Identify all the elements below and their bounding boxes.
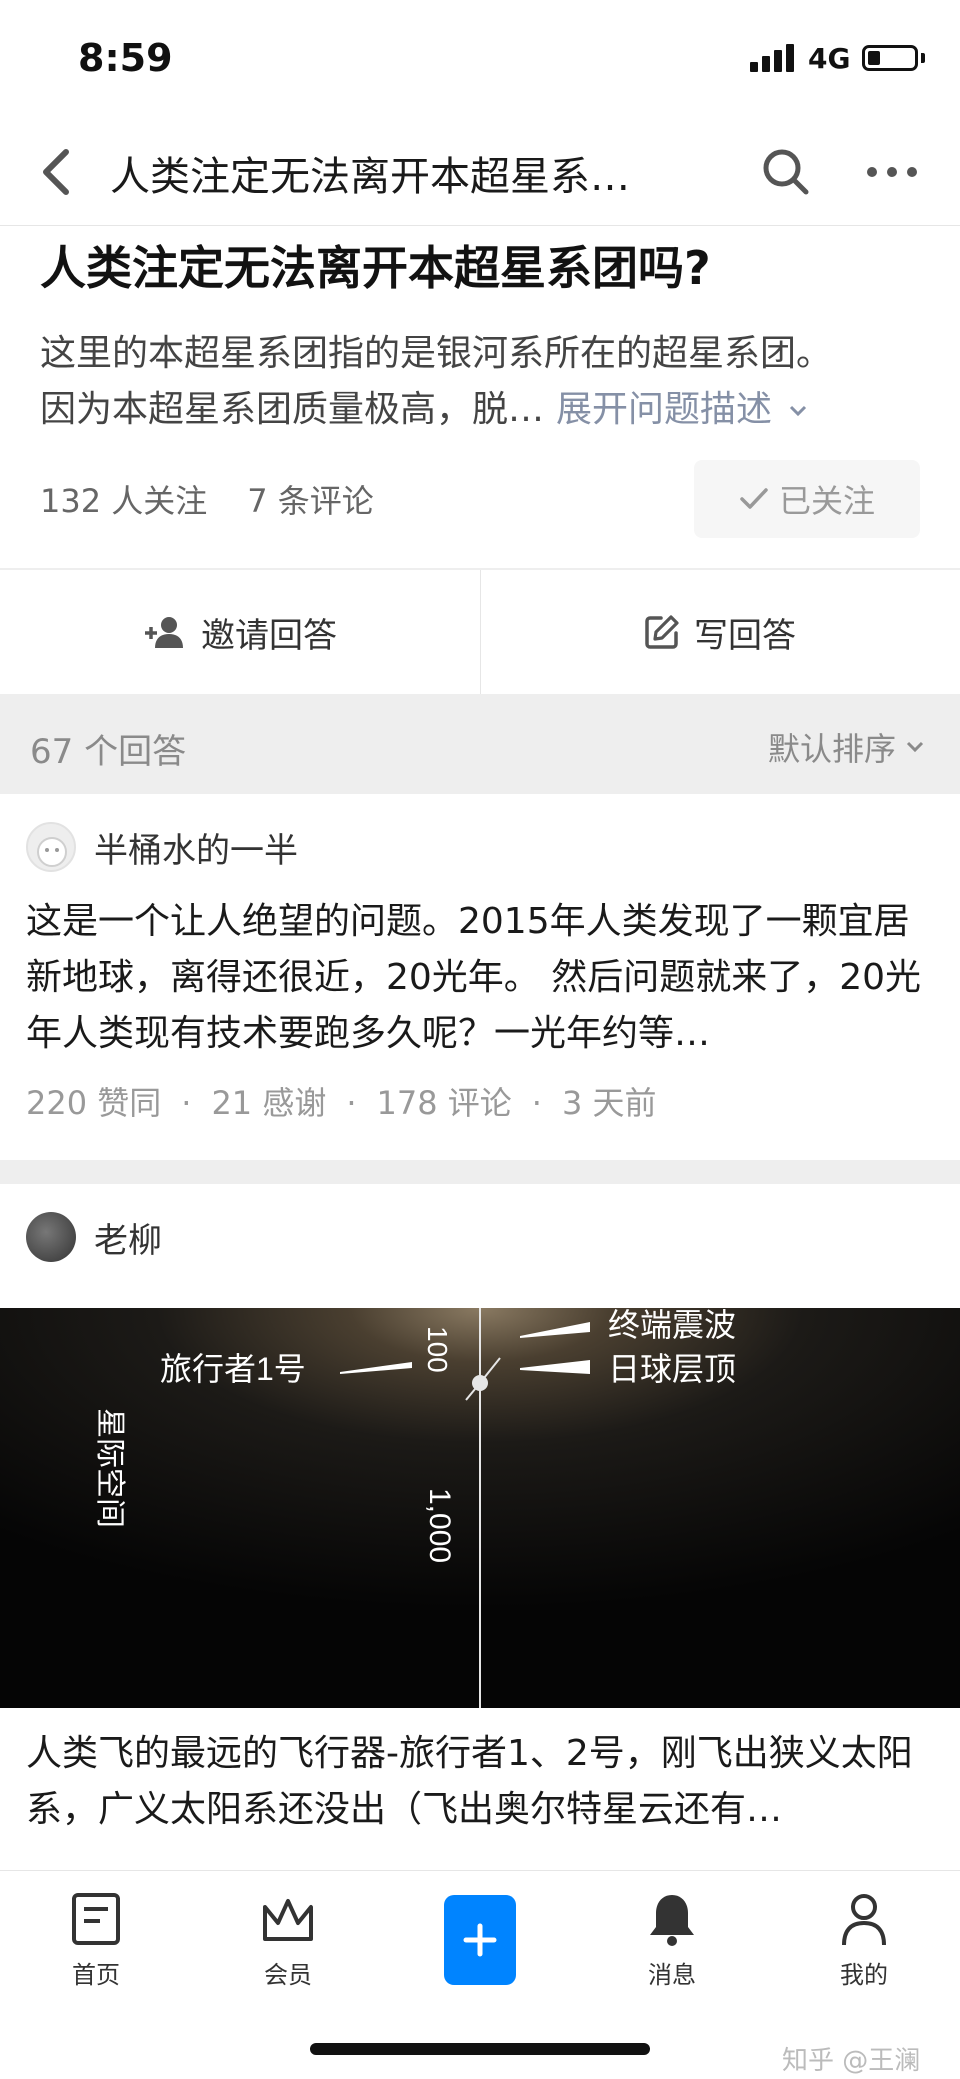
answer-card[interactable]: 老柳 终端震波 日球层顶 旅行者1号 100 1,000 星际空间 人类飞的最远…: [0, 1184, 960, 1870]
more-icon[interactable]: [862, 142, 922, 202]
comment-count[interactable]: 7 条评论: [247, 482, 374, 520]
question-title: 人类注定无法离开本超星系团吗?: [40, 241, 711, 295]
answers-header: 67 个回答 默认排序: [0, 694, 960, 794]
tab-label: 我的: [840, 1961, 888, 1989]
tab-label: 会员: [264, 1961, 312, 1989]
image-label-voyager: 旅行者1号: [160, 1351, 306, 1387]
answer-separator: [0, 1160, 960, 1184]
tab-messages[interactable]: 消息: [612, 1891, 732, 2011]
plus-icon: [463, 1923, 497, 1957]
question-description-truncated: 因为本超星系团质量极高，脱…: [40, 389, 545, 430]
invite-answer-button[interactable]: 邀请回答: [0, 570, 480, 694]
question-description-line2[interactable]: 因为本超星系团质量极高，脱… 展开问题描述: [40, 382, 809, 438]
home-icon: [72, 1893, 120, 1945]
nav-title: 人类注定无法离开本超星系…: [110, 154, 630, 200]
follow-button[interactable]: 已关注: [694, 460, 920, 538]
image-label-au-100: 100: [422, 1326, 453, 1373]
status-time: 8:59: [78, 36, 173, 80]
search-icon[interactable]: [756, 142, 816, 202]
user-icon: [842, 1894, 886, 1946]
bell-icon: [650, 1895, 694, 1946]
tab-me[interactable]: 我的: [804, 1891, 924, 2011]
home-indicator: [310, 2043, 650, 2055]
answer-meta: 220 赞同 · 21 感谢 · 178 评论 · 3 天前: [26, 1084, 657, 1122]
network-type: 4G: [808, 42, 851, 75]
create-button[interactable]: [444, 1895, 516, 1985]
image-label-au-1000: 1,000: [423, 1488, 456, 1563]
write-answer-button[interactable]: 写回答: [480, 570, 960, 694]
chevron-down-icon: [906, 741, 924, 753]
follower-count: 132 人关注: [40, 482, 208, 520]
sort-dropdown[interactable]: 默认排序: [768, 724, 926, 770]
image-label-interstellar: 星际空间: [93, 1408, 126, 1528]
watermark: 知乎 @王澜: [782, 2046, 921, 2076]
sort-label: 默认排序: [767, 730, 896, 768]
status-bar: 8:59 4G: [0, 0, 960, 120]
image-label-heliopause: 日球层顶: [608, 1351, 736, 1387]
crown-icon: [263, 1899, 313, 1941]
tab-vip[interactable]: 会员: [228, 1891, 348, 2011]
tab-home[interactable]: 首页: [36, 1891, 156, 2011]
invite-answer-label: 邀请回答: [201, 615, 337, 656]
signal-icon: [750, 44, 794, 72]
answer-author[interactable]: 半桶水的一半: [26, 822, 298, 872]
answer-excerpt[interactable]: 这是一个让人绝望的问题。2015年人类发现了一颗宜居新地球，离得还很近，20光年…: [26, 894, 936, 1062]
nav-bar: 人类注定无法离开本超星系…: [0, 120, 960, 226]
like-count: 220 赞同: [26, 1084, 162, 1122]
question-description: 这里的本超星系团指的是银河系所在的超星系团。: [40, 333, 833, 374]
tab-label: 消息: [648, 1961, 696, 1989]
action-row: 邀请回答 写回答: [0, 570, 960, 694]
answer-time: 3 天前: [561, 1084, 657, 1122]
tab-label: 首页: [72, 1961, 120, 1989]
answer-excerpt[interactable]: 人类飞的最远的飞行器-旅行者1、2号，刚飞出狭义太阳系，广义太阳系还没出（飞出奥…: [26, 1726, 936, 1838]
answer-image[interactable]: 终端震波 日球层顶 旅行者1号 100 1,000 星际空间: [0, 1308, 960, 1708]
back-icon[interactable]: [34, 142, 84, 202]
expand-description-link[interactable]: 展开问题描述: [556, 389, 772, 430]
thanks-count: 21 感谢: [211, 1084, 327, 1122]
add-person-icon: [145, 617, 183, 648]
image-label-termination-shock: 终端震波: [608, 1308, 736, 1343]
answer-card[interactable]: 半桶水的一半 这是一个让人绝望的问题。2015年人类发现了一颗宜居新地球，离得还…: [0, 794, 960, 1160]
question-stats: 132 人关注 7 条评论: [40, 476, 374, 522]
follow-button-label: 已关注: [778, 482, 875, 520]
tab-create[interactable]: [420, 1891, 540, 2011]
check-icon: [740, 488, 768, 509]
answer-count: 67 个回答: [30, 732, 187, 772]
battery-icon: [862, 45, 918, 71]
answer-author[interactable]: 老柳: [26, 1212, 162, 1262]
answer-comment-count: 178 评论: [376, 1084, 512, 1122]
author-name[interactable]: 老柳: [94, 1213, 162, 1262]
avatar[interactable]: [26, 1212, 76, 1262]
avatar[interactable]: [26, 822, 76, 872]
write-answer-label: 写回答: [694, 615, 796, 656]
author-name[interactable]: 半桶水的一半: [94, 823, 298, 872]
chevron-down-icon: [790, 405, 807, 417]
edit-icon: [645, 615, 679, 649]
